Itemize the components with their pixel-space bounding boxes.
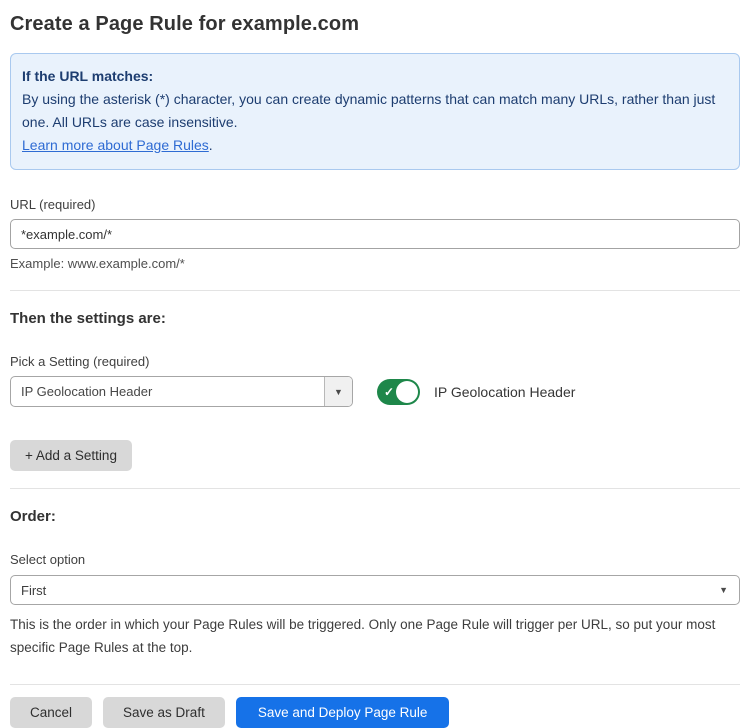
learn-more-link[interactable]: Learn more about Page Rules — [22, 137, 209, 153]
save-and-deploy-button[interactable]: Save and Deploy Page Rule — [236, 697, 450, 728]
save-as-draft-button[interactable]: Save as Draft — [103, 697, 225, 728]
chevron-down-icon: ▼ — [719, 585, 728, 595]
divider — [10, 290, 740, 291]
order-select[interactable]: First ▼ — [10, 575, 740, 605]
order-section-heading: Order: — [10, 508, 740, 525]
add-setting-button[interactable]: + Add a Setting — [10, 440, 132, 471]
page-title: Create a Page Rule for example.com — [10, 0, 740, 36]
geolocation-toggle-switch[interactable]: ✓ — [377, 379, 420, 405]
check-icon: ✓ — [384, 384, 394, 400]
settings-section-heading: Then the settings are: — [10, 310, 740, 327]
info-box-heading: If the URL matches: — [22, 65, 725, 88]
info-box-link-line: Learn more about Page Rules. — [22, 134, 725, 157]
order-select-label: Select option — [10, 552, 740, 567]
info-box-body: By using the asterisk (*) character, you… — [22, 88, 725, 134]
url-field-label: URL (required) — [10, 197, 740, 212]
url-helper-text: Example: www.example.com/* — [10, 256, 740, 271]
geolocation-toggle-label: IP Geolocation Header — [434, 384, 575, 400]
url-match-info-box: If the URL matches: By using the asteris… — [10, 53, 740, 170]
url-input[interactable] — [10, 219, 740, 249]
link-suffix: . — [209, 137, 213, 153]
order-select-value: First — [21, 583, 46, 598]
footer-actions: Cancel Save as Draft Save and Deploy Pag… — [10, 697, 740, 728]
toggle-knob — [396, 381, 418, 403]
divider — [10, 488, 740, 489]
order-helper-text: This is the order in which your Page Rul… — [10, 613, 730, 659]
setting-row: IP Geolocation Header ▼ ✓ IP Geolocation… — [10, 376, 740, 407]
pick-setting-label: Pick a Setting (required) — [10, 354, 740, 369]
create-page-rule-form: Create a Page Rule for example.com If th… — [0, 0, 750, 728]
setting-select-value: IP Geolocation Header — [11, 377, 324, 406]
divider — [10, 684, 740, 685]
setting-select[interactable]: IP Geolocation Header ▼ — [10, 376, 353, 407]
setting-select-arrow-button[interactable]: ▼ — [324, 377, 352, 406]
chevron-down-icon: ▼ — [334, 387, 343, 397]
cancel-button[interactable]: Cancel — [10, 697, 92, 728]
geolocation-toggle-group: ✓ IP Geolocation Header — [377, 379, 575, 405]
